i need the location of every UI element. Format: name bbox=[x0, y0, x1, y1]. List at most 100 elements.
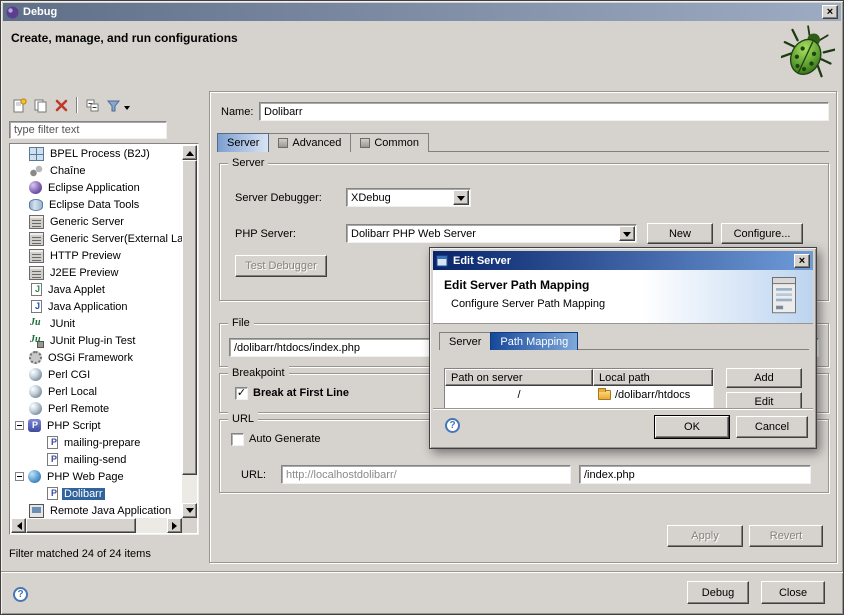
tree-item[interactable]: J2EE Preview bbox=[11, 264, 182, 281]
java-applet-icon bbox=[31, 283, 42, 296]
debug-button[interactable]: Debug bbox=[687, 581, 749, 604]
tree-item[interactable]: Remote Java Application bbox=[11, 502, 182, 518]
server-debugger-label: Server Debugger: bbox=[235, 192, 322, 204]
server-icon bbox=[29, 232, 44, 246]
server-icon bbox=[29, 215, 44, 229]
configure-button[interactable]: Configure... bbox=[721, 223, 803, 244]
collapse-all-icon[interactable] bbox=[82, 95, 103, 115]
dialog-tab-path-mapping[interactable]: Path Mapping bbox=[490, 332, 578, 350]
server-debugger-select[interactable]: XDebug bbox=[346, 188, 471, 207]
tree-item[interactable]: Eclipse Application bbox=[11, 179, 182, 196]
new-server-button[interactable]: New bbox=[647, 223, 713, 244]
apply-button[interactable]: Apply bbox=[667, 525, 743, 547]
toolbar-menu-arrow-icon[interactable] bbox=[124, 106, 130, 113]
tree-item[interactable]: Perl CGI bbox=[11, 366, 182, 383]
tree-item-label: PHP Web Page bbox=[45, 471, 126, 483]
duplicate-icon[interactable] bbox=[30, 95, 51, 115]
auto-generate-label: Auto Generate bbox=[249, 433, 321, 445]
scroll-up-icon[interactable] bbox=[182, 145, 197, 160]
junit-plugin-icon bbox=[29, 334, 44, 348]
revert-button[interactable]: Revert bbox=[749, 525, 823, 547]
name-input[interactable] bbox=[259, 102, 829, 121]
dialog-tabs: Server Path Mapping bbox=[439, 332, 809, 350]
tab-advanced[interactable]: Advanced bbox=[268, 133, 351, 152]
tree-item[interactable]: Generic Server bbox=[11, 213, 182, 230]
dialog-banner: Edit Server Path Mapping Configure Serve… bbox=[433, 270, 813, 324]
dialog-tab-server[interactable]: Server bbox=[439, 332, 491, 350]
collapse-toggle-icon[interactable] bbox=[15, 472, 24, 481]
tree-vertical-scrollbar[interactable] bbox=[182, 145, 197, 518]
auto-generate-checkbox[interactable] bbox=[231, 433, 244, 446]
delete-icon[interactable] bbox=[51, 95, 72, 115]
window-titlebar: Debug × bbox=[3, 3, 841, 21]
php-server-select[interactable]: Dolibarr PHP Web Server bbox=[346, 224, 637, 243]
page-title: Create, manage, and run configurations bbox=[11, 31, 238, 45]
server-icon bbox=[29, 266, 44, 280]
tree-item[interactable]: PHP Script bbox=[11, 417, 182, 434]
tree-item[interactable]: Perl Remote bbox=[11, 400, 182, 417]
tree-item-selected[interactable]: Dolibarr bbox=[11, 485, 182, 502]
tab-server[interactable]: Server bbox=[217, 133, 269, 152]
cancel-button[interactable]: Cancel bbox=[736, 416, 808, 438]
column-local-path[interactable]: Local path bbox=[593, 369, 713, 386]
table-row[interactable]: / /dolibarr/htdocs bbox=[445, 386, 713, 403]
close-button[interactable]: Close bbox=[761, 581, 825, 604]
test-debugger-button[interactable]: Test Debugger bbox=[235, 255, 327, 277]
column-path-on-server[interactable]: Path on server bbox=[445, 369, 593, 386]
tree-item-label: Java Applet bbox=[46, 284, 107, 296]
ok-button[interactable]: OK bbox=[655, 416, 729, 438]
tree-item-label: Eclipse Application bbox=[46, 182, 142, 194]
tree-item-label: mailing-prepare bbox=[62, 437, 142, 449]
tree-item[interactable]: Eclipse Data Tools bbox=[11, 196, 182, 213]
tree-item[interactable]: JUnit bbox=[11, 315, 182, 332]
filter-input[interactable] bbox=[9, 121, 167, 139]
tree-item[interactable]: Chaîne bbox=[11, 162, 182, 179]
tree-item[interactable]: mailing-prepare bbox=[11, 434, 182, 451]
add-button[interactable]: Add bbox=[726, 368, 802, 388]
horizontal-scroll-thumb[interactable] bbox=[26, 518, 136, 533]
tree-item-label: Perl CGI bbox=[46, 369, 92, 381]
url-path-input[interactable] bbox=[579, 465, 811, 484]
toolbar-separator bbox=[76, 97, 78, 113]
scroll-right-icon[interactable] bbox=[167, 518, 182, 533]
file-group-title: File bbox=[228, 316, 254, 330]
tree-item[interactable]: PHP Web Page bbox=[11, 468, 182, 485]
server-icon bbox=[29, 249, 44, 263]
common-tab-icon bbox=[360, 138, 370, 148]
chevron-down-icon[interactable] bbox=[619, 226, 635, 241]
tree-item[interactable]: Perl Local bbox=[11, 383, 182, 400]
tree-item[interactable]: Java Applet bbox=[11, 281, 182, 298]
scroll-down-icon[interactable] bbox=[182, 503, 197, 518]
tab-label: Server bbox=[227, 137, 259, 149]
tree-toolbar bbox=[9, 93, 199, 117]
dialog-close-icon[interactable]: × bbox=[794, 254, 810, 268]
tree-item[interactable]: HTTP Preview bbox=[11, 247, 182, 264]
vertical-scroll-thumb[interactable] bbox=[182, 160, 197, 475]
help-icon[interactable]: ? bbox=[13, 587, 28, 602]
tree-item[interactable]: JUnit Plug-in Test bbox=[11, 332, 182, 349]
tree-item-label: Chaîne bbox=[48, 165, 87, 177]
folder-icon bbox=[598, 390, 611, 400]
url-base-input[interactable] bbox=[281, 465, 571, 484]
php-file-icon bbox=[47, 436, 58, 449]
scroll-left-icon[interactable] bbox=[11, 518, 26, 533]
new-config-icon[interactable] bbox=[9, 95, 30, 115]
tree-item[interactable]: OSGi Framework bbox=[11, 349, 182, 366]
php-file-icon bbox=[47, 453, 58, 466]
collapse-toggle-icon[interactable] bbox=[15, 421, 24, 430]
data-tools-icon bbox=[29, 199, 43, 211]
tree-item[interactable]: Java Application bbox=[11, 298, 182, 315]
filter-icon[interactable] bbox=[103, 95, 124, 115]
eclipse-app-icon bbox=[29, 181, 42, 194]
break-first-line-checkbox[interactable]: ✓ bbox=[235, 387, 248, 400]
osgi-icon bbox=[29, 351, 42, 364]
tree-item[interactable]: mailing-send bbox=[11, 451, 182, 468]
tab-common[interactable]: Common bbox=[350, 133, 429, 152]
close-icon[interactable]: × bbox=[822, 5, 838, 19]
tree-rows: BPEL Process (B2J) Chaîne Eclipse Applic… bbox=[11, 145, 182, 518]
tree-horizontal-scrollbar[interactable] bbox=[11, 518, 182, 533]
tree-item[interactable]: Generic Server(External La bbox=[11, 230, 182, 247]
dialog-help-icon[interactable]: ? bbox=[445, 418, 460, 433]
tree-item[interactable]: BPEL Process (B2J) bbox=[11, 145, 182, 162]
chevron-down-icon[interactable] bbox=[453, 190, 469, 205]
